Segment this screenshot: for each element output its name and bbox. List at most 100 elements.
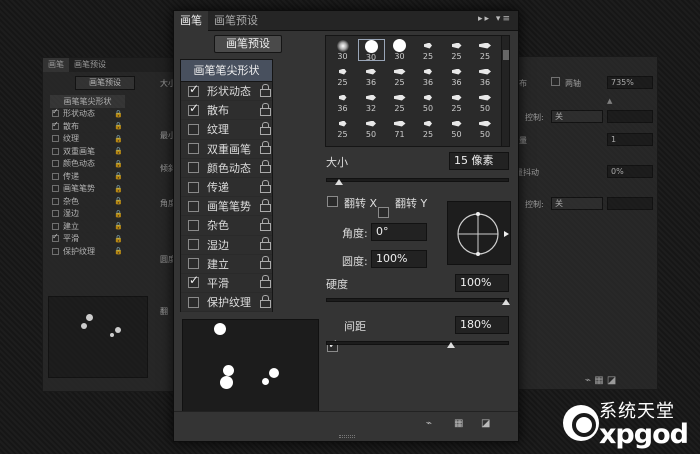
- brush-tip[interactable]: 25: [329, 117, 356, 139]
- lock-icon[interactable]: [260, 294, 271, 308]
- brush-tip[interactable]: 50: [415, 91, 442, 113]
- brush-tip[interactable]: 50: [443, 117, 470, 139]
- setting-checkbox[interactable]: [188, 296, 199, 308]
- brush-tip[interactable]: 32: [358, 91, 385, 113]
- brush-tip-scrollbar[interactable]: [501, 36, 509, 146]
- ghost-control2-label: 控制:: [525, 200, 544, 209]
- brush-tip[interactable]: 50: [358, 117, 385, 139]
- brush-tip[interactable]: 36: [358, 65, 385, 87]
- ghost-settings-row: 纹理 🔒: [50, 133, 125, 146]
- setting-checkbox[interactable]: [188, 200, 199, 212]
- brush-tip[interactable]: 71: [386, 117, 413, 139]
- flip-y-checkbox[interactable]: [378, 207, 389, 218]
- brush-tip[interactable]: 36: [415, 65, 442, 87]
- lock-icon[interactable]: [260, 141, 271, 155]
- panel-menu-button[interactable]: ▸▸ ▾≡: [478, 14, 512, 24]
- brush-tip[interactable]: 25: [415, 39, 442, 61]
- brush-tip[interactable]: 25: [443, 39, 470, 61]
- settings-row[interactable]: 双重画笔: [181, 140, 272, 159]
- brush-tip[interactable]: 36: [443, 65, 470, 87]
- brush-tip[interactable]: 25: [386, 91, 413, 113]
- lock-icon[interactable]: [260, 179, 271, 193]
- scroll-thumb[interactable]: [503, 50, 509, 60]
- lock-icon[interactable]: [260, 256, 271, 270]
- setting-label: 颜色动态: [207, 161, 251, 175]
- settings-row[interactable]: 颜色动态: [181, 159, 272, 178]
- brush-tip[interactable]: 30: [329, 39, 356, 61]
- hardness-slider[interactable]: [326, 298, 509, 302]
- settings-row[interactable]: 画笔笔势: [181, 197, 272, 217]
- ghost-setting-label: 画笔笔势: [63, 184, 95, 194]
- settings-row[interactable]: 传递: [181, 178, 272, 198]
- brush-tip-shape-item[interactable]: 画笔笔尖形状: [181, 60, 272, 82]
- grid-icon[interactable]: ▦: [454, 418, 463, 429]
- brush-tip[interactable]: 25: [443, 91, 470, 113]
- settings-row[interactable]: 湿边: [181, 236, 272, 255]
- setting-checkbox[interactable]: [188, 273, 199, 289]
- settings-row[interactable]: 形状动态: [181, 82, 272, 102]
- tab-brush[interactable]: 画笔: [174, 11, 208, 31]
- spacing-slider-knob[interactable]: [447, 342, 455, 348]
- setting-checkbox[interactable]: [188, 162, 199, 174]
- setting-checkbox[interactable]: [188, 219, 199, 231]
- settings-row[interactable]: 保护纹理: [181, 293, 272, 313]
- settings-row[interactable]: 散布: [181, 101, 272, 121]
- settings-row[interactable]: 平滑: [181, 273, 272, 294]
- ghost-two-axis-label: 两轴: [565, 79, 581, 88]
- setting-label: 双重画笔: [207, 142, 251, 156]
- lock-icon[interactable]: [260, 275, 271, 289]
- angle-roundness-dial[interactable]: [447, 201, 511, 265]
- brush-tip[interactable]: 36: [472, 65, 499, 87]
- ghost-checkbox: [52, 222, 59, 230]
- brush-tip[interactable]: 50: [472, 117, 499, 139]
- ghost-control-select: 关: [551, 110, 603, 123]
- brush-tip[interactable]: 25: [329, 65, 356, 87]
- roundness-field[interactable]: 100%: [371, 250, 427, 268]
- setting-checkbox[interactable]: [188, 258, 199, 270]
- settings-row[interactable]: 建立: [181, 255, 272, 274]
- brush-tip[interactable]: 36: [329, 91, 356, 113]
- ghost-control-label: 控制:: [525, 113, 544, 122]
- lock-icon[interactable]: [260, 83, 271, 97]
- brush-tip-icon: [472, 91, 499, 104]
- settings-row[interactable]: 杂色: [181, 216, 272, 236]
- toggle-live-tip-icon[interactable]: ⌁: [426, 418, 432, 429]
- lock-icon[interactable]: [260, 217, 271, 231]
- lock-icon[interactable]: [260, 160, 271, 174]
- brush-tip[interactable]: 25: [415, 117, 442, 139]
- setting-checkbox[interactable]: [188, 123, 199, 135]
- size-slider-knob[interactable]: [335, 179, 343, 185]
- lock-icon[interactable]: [260, 237, 271, 251]
- setting-checkbox[interactable]: [188, 82, 199, 97]
- brush-tip-icon: [386, 117, 413, 130]
- hardness-slider-knob[interactable]: [502, 299, 510, 305]
- spacing-field[interactable]: 180%: [455, 316, 509, 334]
- brush-tip[interactable]: 50: [472, 91, 499, 113]
- angle-field[interactable]: 0°: [371, 223, 427, 241]
- settings-row[interactable]: 纹理: [181, 120, 272, 140]
- flip-x-checkbox[interactable]: [327, 196, 338, 207]
- setting-checkbox[interactable]: [188, 143, 199, 155]
- brush-tip[interactable]: 25: [472, 39, 499, 61]
- lock-icon[interactable]: [260, 121, 271, 135]
- brush-tip[interactable]: 30: [386, 39, 413, 61]
- brush-tip-icon: [443, 91, 470, 104]
- size-slider[interactable]: [326, 178, 509, 182]
- panel-resize-grip[interactable]: [339, 435, 355, 438]
- hardness-field[interactable]: 100%: [455, 274, 509, 292]
- lock-icon[interactable]: [260, 102, 271, 116]
- ghost-checkbox: [52, 172, 59, 180]
- ghost-lock-icon: 🔒: [114, 197, 123, 206]
- size-field[interactable]: 15 像素: [449, 152, 509, 170]
- new-preset-icon[interactable]: ◪: [481, 418, 490, 429]
- brush-tip[interactable]: 30: [357, 39, 385, 62]
- setting-checkbox[interactable]: [188, 239, 199, 251]
- lock-icon[interactable]: [260, 198, 271, 212]
- brush-presets-button[interactable]: 画笔预设: [214, 35, 282, 53]
- tab-brush-presets[interactable]: 画笔预设: [208, 11, 264, 31]
- brush-tip[interactable]: 25: [386, 65, 413, 87]
- spacing-slider[interactable]: [326, 341, 509, 345]
- setting-checkbox[interactable]: [188, 181, 199, 193]
- setting-checkbox[interactable]: [188, 101, 199, 116]
- ghost-settings-row: 传递 🔒: [50, 171, 125, 183]
